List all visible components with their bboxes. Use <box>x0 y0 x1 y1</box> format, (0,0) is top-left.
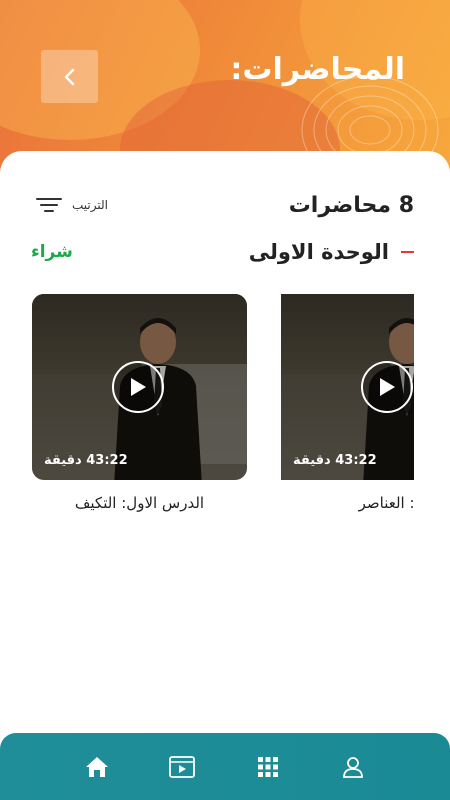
lecture-duration: 43:22 دقيقة <box>293 453 377 468</box>
unit-marker <box>401 251 414 253</box>
nav-videos[interactable] <box>162 747 202 787</box>
lecture-title: الدرس الثاني: العناصر <box>358 494 414 512</box>
play-icon <box>380 378 395 396</box>
lecture-duration: 43:22 دقيقة <box>44 453 128 468</box>
sort-label: الترتيب <box>72 198 108 212</box>
unit-title: الوحدة الاولى <box>248 240 389 264</box>
lecture-thumbnail[interactable]: 43:22 دقيقة <box>32 294 247 480</box>
lecture-card[interactable]: 43:22 دقيقة الدرس الاول: التكيف <box>32 294 247 512</box>
back-button[interactable] <box>41 50 98 103</box>
play-button[interactable] <box>112 361 164 413</box>
unit-header: الوحدة الاولى <box>249 240 414 264</box>
play-button[interactable] <box>361 361 413 413</box>
user-icon <box>343 756 364 778</box>
nav-home[interactable] <box>77 747 117 787</box>
nav-profile[interactable] <box>333 747 373 787</box>
sort-button[interactable]: الترتيب <box>36 196 108 214</box>
lecture-title: الدرس الاول: التكيف <box>74 494 205 512</box>
header: المحاضرات: <box>0 0 450 175</box>
chevron-left-icon <box>64 68 74 85</box>
video-icon <box>169 755 196 778</box>
lectures-carousel[interactable]: 43:22 دقيقة الدرس الاول: التكيف 43:22 دق… <box>0 294 414 534</box>
lectures-count-title: 8 محاضرات <box>288 193 414 218</box>
lecture-card[interactable]: 43:22 دقيقة الدرس الثاني: العناصر <box>281 294 414 512</box>
filter-lines-icon <box>36 198 62 212</box>
buy-button[interactable]: شراء <box>31 242 73 262</box>
bottom-navigation <box>0 733 450 800</box>
page-title: المحاضرات: <box>230 52 405 87</box>
play-icon <box>131 378 146 396</box>
nav-grid[interactable] <box>248 747 288 787</box>
lecture-thumbnail[interactable]: 43:22 دقيقة <box>281 294 414 480</box>
home-icon <box>85 756 108 777</box>
grid-icon <box>257 756 278 777</box>
